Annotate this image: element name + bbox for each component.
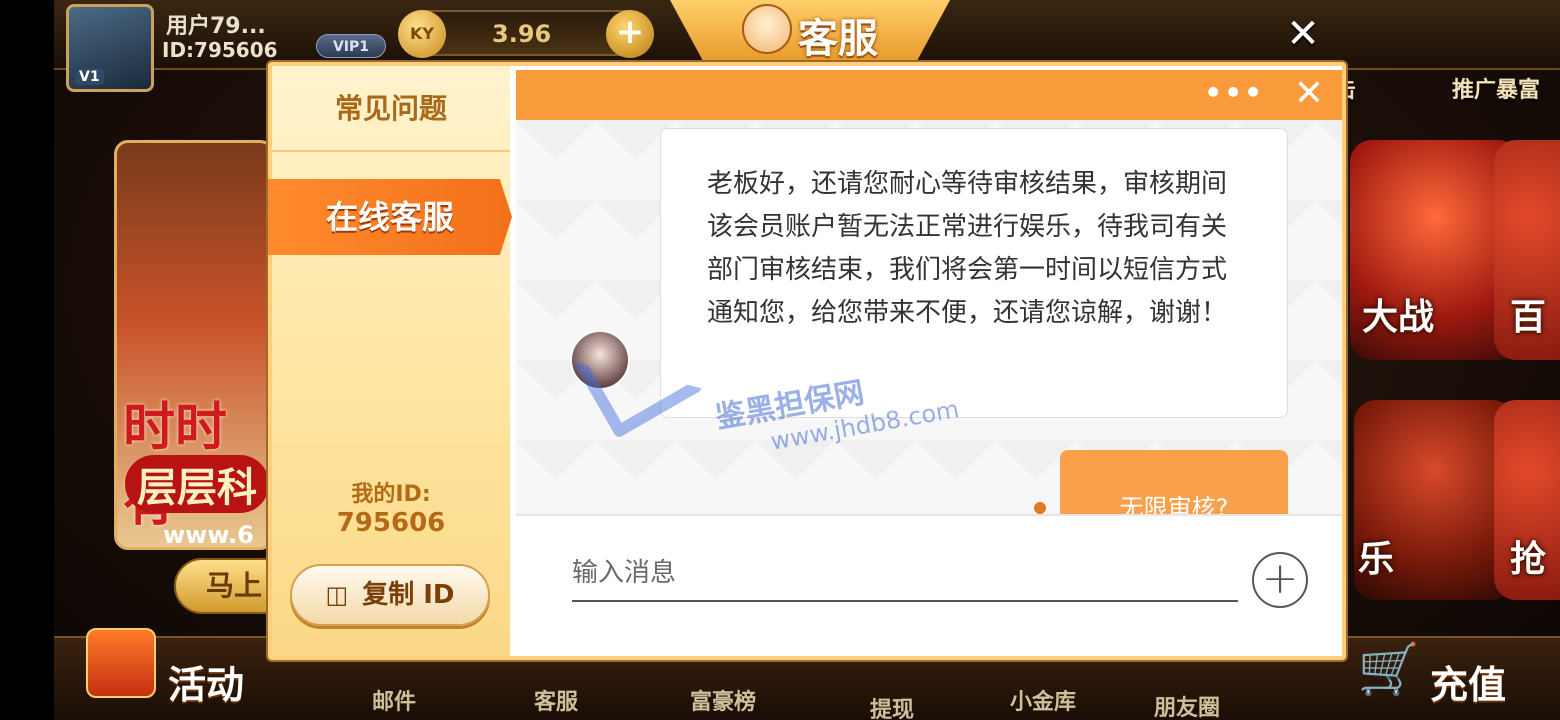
agent-message-bubble: 老板好，还请您耐心等待审核结果，审核期间该会员账户暂无法正常进行娱乐，待我司有关… <box>660 128 1288 418</box>
game-tile-2[interactable]: 百 <box>1494 140 1560 360</box>
cart-icon[interactable]: 🛒 <box>1354 640 1424 704</box>
game-tile-2-label: 百 <box>1510 297 1547 338</box>
nav-recharge[interactable]: 充值 <box>1430 654 1506 709</box>
coin-balance-bar: KY 3.96 + <box>398 10 654 58</box>
my-id-value: 795606 <box>336 508 446 538</box>
attach-plus-button[interactable]: + <box>1252 552 1308 608</box>
customer-service-dialog: 常见问题 在线客服 我的ID: 795606 ◫ 复制 ID ••• ✕ 老板好，… <box>268 62 1346 660</box>
user-avatar[interactable]: V1 <box>66 4 154 92</box>
game-tile-3-label: 乐 <box>1358 539 1395 580</box>
avatar-level-badge: V1 <box>75 69 104 85</box>
close-dialog-button[interactable]: ✕ <box>1278 14 1328 54</box>
dialog-sidebar: 常见问题 在线客服 我的ID: 795606 ◫ 复制 ID <box>268 66 512 656</box>
message-input[interactable] <box>572 546 1238 602</box>
nav-activity[interactable]: 活动 <box>168 654 244 709</box>
gift-icon[interactable] <box>86 628 156 698</box>
vip-badge: VIP1 <box>316 34 386 58</box>
copy-id-label: 复制 ID <box>362 580 455 610</box>
user-message-bubble: 无限审核? <box>1060 450 1288 514</box>
screen-left-edge <box>0 0 54 720</box>
game-tile-4-label: 抢 <box>1510 539 1547 580</box>
nav-leaderboard[interactable]: 富豪榜 <box>690 684 756 716</box>
dialog-title: 客服 <box>798 16 878 62</box>
message-composer: + <box>516 514 1342 656</box>
game-tile-1-label: 大战 <box>1362 297 1435 338</box>
close-chat-icon[interactable]: ✕ <box>1286 72 1332 118</box>
add-coins-button[interactable]: + <box>606 10 654 58</box>
chat-header: ••• ✕ <box>516 70 1342 120</box>
nav-friends[interactable]: 朋友圈 <box>1154 690 1220 720</box>
nav-mail[interactable]: 邮件 <box>372 684 416 716</box>
promo-banner[interactable]: 时时有 层层科 www.6 <box>114 140 274 550</box>
game-tile-4[interactable]: 抢 <box>1494 400 1560 600</box>
dialog-title-plate: 客服 <box>670 0 950 62</box>
top-game-label-2[interactable]: 推广暴富 <box>1452 72 1540 104</box>
more-options-icon[interactable]: ••• <box>1204 76 1264 109</box>
game-tile-3[interactable]: 乐 <box>1354 400 1514 600</box>
tab-online-service[interactable]: 在线客服 <box>268 179 512 255</box>
coin-icon: KY <box>398 10 446 58</box>
tab-faq[interactable]: 常见问题 <box>272 66 510 152</box>
user-name: 用户79... <box>166 14 266 39</box>
promo-url: www.6 <box>163 521 254 549</box>
promo-line-2: 层层科 <box>125 455 269 513</box>
user-id: ID:795606 <box>162 38 278 62</box>
copy-icon: ◫ <box>325 581 349 609</box>
sending-status-dot <box>1034 502 1046 514</box>
nav-vault[interactable]: 小金库 <box>1010 684 1076 716</box>
copy-id-button[interactable]: ◫ 复制 ID <box>290 564 490 626</box>
message-list[interactable]: 老板好，还请您耐心等待审核结果，审核期间该会员账户暂无法正常进行娱乐，待我司有关… <box>516 120 1342 514</box>
nav-withdraw[interactable]: 提现 <box>870 692 914 720</box>
coin-balance: 3.96 <box>492 20 552 48</box>
chat-panel: ••• ✕ 老板好，还请您耐心等待审核结果，审核期间该会员账户暂无法正常进行娱乐… <box>516 70 1342 656</box>
my-id-label: 我的ID: <box>351 482 431 507</box>
nav-service[interactable]: 客服 <box>534 684 578 716</box>
support-agent-icon <box>742 4 792 54</box>
